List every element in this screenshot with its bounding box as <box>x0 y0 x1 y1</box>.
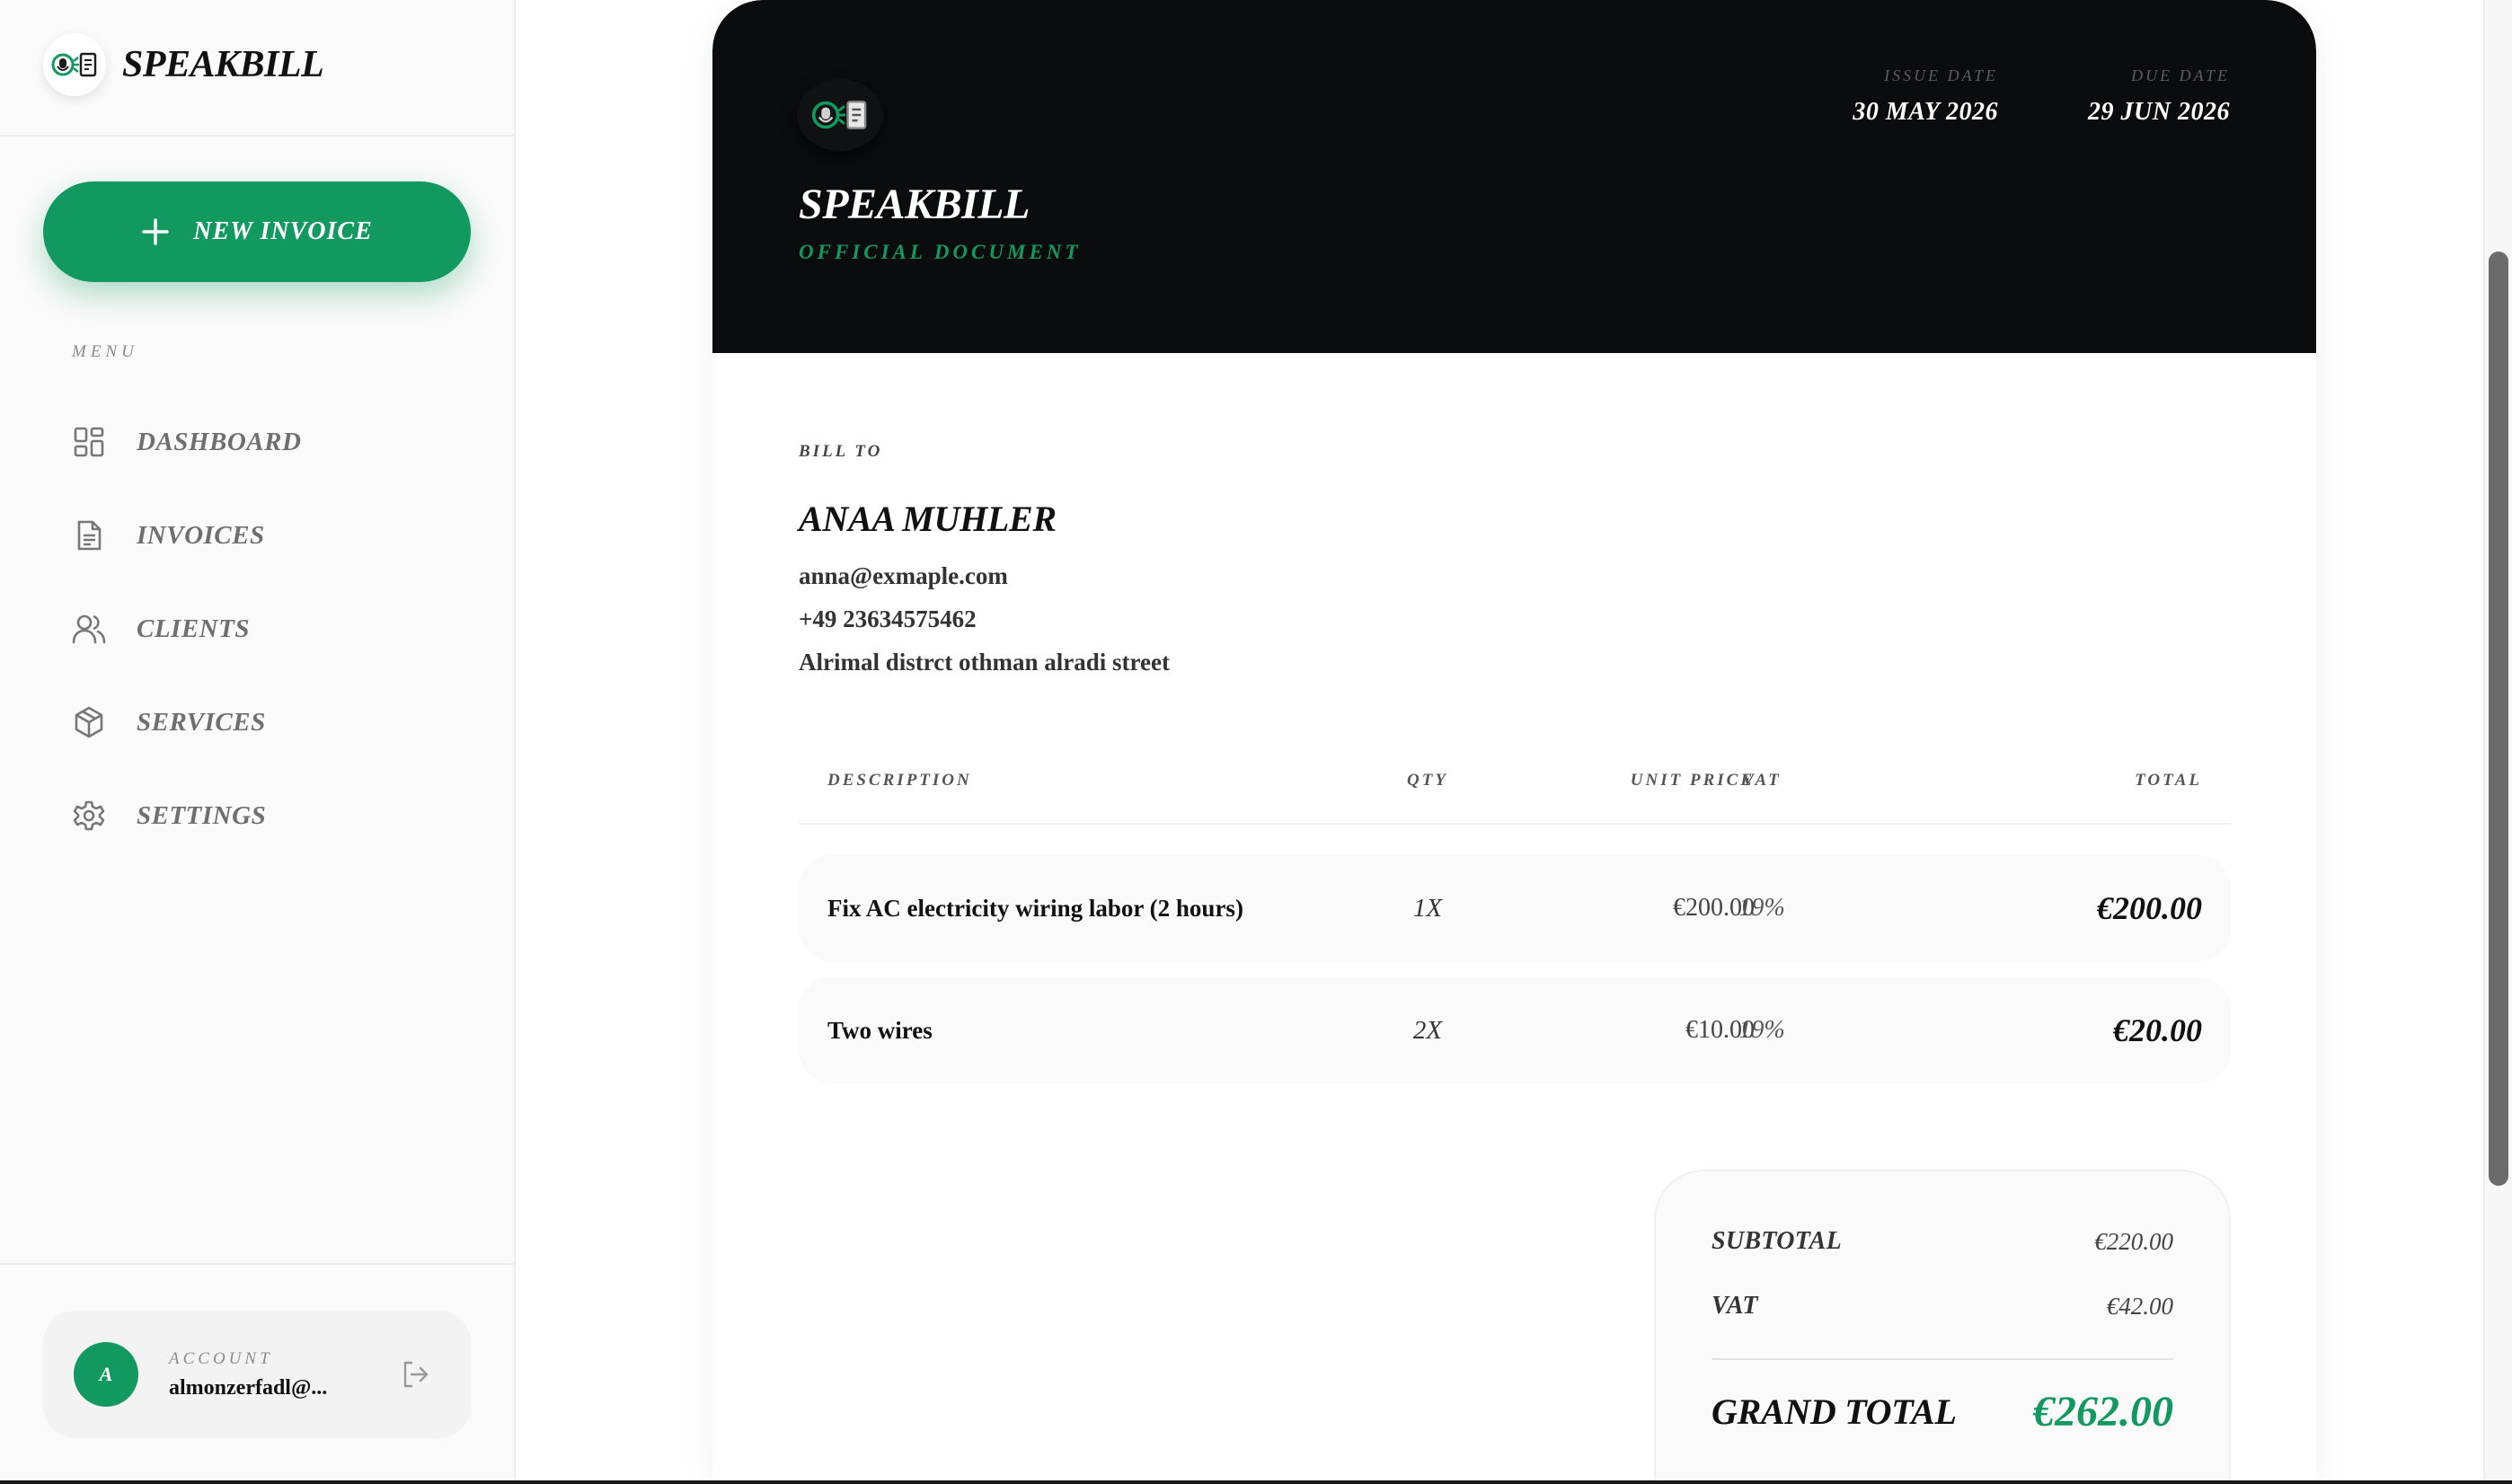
item-description: Two wires <box>827 1016 933 1044</box>
brand-name: SPEAKBILL <box>122 44 324 85</box>
sidebar-nav: DASHBOARD INVOICES CLIENTS SERVICES SETT… <box>43 395 471 862</box>
sidebar-divider <box>0 1263 514 1265</box>
logout-button[interactable] <box>397 1356 433 1392</box>
item-qty: 2X <box>1412 1015 1443 1045</box>
sidebar-item-settings[interactable]: SETTINGS <box>43 769 471 862</box>
issue-date-value: 30 MAY 2026 <box>1853 98 1998 126</box>
item-total: €20.00 <box>2113 1012 2202 1048</box>
sidebar-item-label: CLIENTS <box>137 614 250 643</box>
item-vat: 19% <box>1738 1016 1785 1044</box>
grand-total-label: GRAND TOTAL <box>1712 1391 1957 1432</box>
sidebar-item-clients[interactable]: CLIENTS <box>43 582 471 676</box>
table-row: Fix AC electricity wiring labor (2 hours… <box>799 855 2231 961</box>
item-vat: 19% <box>1738 894 1785 922</box>
subtotal-line: SUBTOTAL €220.00 <box>1712 1227 2173 1256</box>
grand-total-value: €262.00 <box>2033 1388 2173 1435</box>
issue-date-label: ISSUE DATE <box>1884 66 1998 84</box>
scrollbar-thumb[interactable] <box>2489 252 2508 1186</box>
logout-icon <box>403 1361 429 1388</box>
client-name: ANAA MUHLER <box>799 499 1057 539</box>
client-phone: +49 23634575462 <box>799 605 977 632</box>
item-description: Fix AC electricity wiring labor (2 hours… <box>827 894 1243 922</box>
sidebar-item-invoices[interactable]: INVOICES <box>43 489 471 582</box>
account-card: A ACCOUNT almonzerfadl@... <box>43 1311 471 1438</box>
account-info: ACCOUNT almonzerfadl@... <box>169 1349 349 1400</box>
totals-card: SUBTOTAL €220.00 VAT €42.00 GRAND TOTAL … <box>1654 1170 2231 1484</box>
item-total: €200.00 <box>2097 890 2202 926</box>
menu-label: MENU <box>72 342 138 361</box>
sidebar-item-label: SERVICES <box>137 707 266 737</box>
document-icon <box>72 518 106 552</box>
due-date-value: 29 JUN 2026 <box>2088 98 2230 126</box>
item-qty: 1X <box>1412 893 1443 923</box>
sidebar: SPEAKBILL NEW INVOICE MENU DASHBOARD INV… <box>0 0 516 1484</box>
column-qty: QTY <box>1407 771 1448 790</box>
due-date-label: DUE DATE <box>2131 66 2230 84</box>
due-date-block: DUE DATE 29 JUN 2026 <box>2088 66 2230 127</box>
vat-value: €42.00 <box>2106 1292 2173 1320</box>
sidebar-item-label: INVOICES <box>137 520 265 550</box>
bill-to-label: BILL TO <box>799 442 883 461</box>
invoice-brand: SPEAKBILL <box>799 181 1030 228</box>
invoice-document: SPEAKBILL OFFICIAL DOCUMENT ISSUE DATE 3… <box>712 0 2316 1484</box>
account-label: ACCOUNT <box>169 1348 273 1368</box>
column-description: DESCRIPTION <box>827 771 972 790</box>
sidebar-item-label: SETTINGS <box>137 800 267 830</box>
totals-divider <box>1712 1358 2173 1360</box>
column-vat: VAT <box>1742 771 1782 790</box>
plus-icon <box>142 218 169 245</box>
box-icon <box>72 705 106 739</box>
sidebar-item-label: DASHBOARD <box>137 427 302 456</box>
new-invoice-label: NEW INVOICE <box>193 217 373 245</box>
items-table-header: DESCRIPTION QTY UNIT PRICE VAT TOTAL <box>799 762 2231 825</box>
brand-logo-icon <box>43 33 106 96</box>
client-email: anna@exmaple.com <box>799 562 1008 589</box>
grand-total-line: GRAND TOTAL €262.00 <box>1712 1387 2173 1436</box>
invoice-subtitle: OFFICIAL DOCUMENT <box>799 241 1082 263</box>
subtotal-label: SUBTOTAL <box>1712 1227 1843 1255</box>
vat-label: VAT <box>1712 1292 1758 1320</box>
scrollbar[interactable] <box>2483 0 2512 1484</box>
invoice-header: SPEAKBILL OFFICIAL DOCUMENT ISSUE DATE 3… <box>712 0 2316 353</box>
issue-date-block: ISSUE DATE 30 MAY 2026 <box>1853 66 1998 127</box>
window-bottom-edge <box>0 1480 2512 1484</box>
table-row: Two wires 2X €10.00 19% €20.00 <box>799 977 2231 1083</box>
avatar[interactable]: A <box>74 1342 138 1407</box>
sidebar-item-dashboard[interactable]: DASHBOARD <box>43 395 471 489</box>
dashboard-grid-icon <box>72 425 106 459</box>
account-email: almonzerfadl@... <box>169 1375 328 1400</box>
vat-line: VAT €42.00 <box>1712 1292 2173 1321</box>
subtotal-value: €220.00 <box>2094 1227 2173 1255</box>
brand[interactable]: SPEAKBILL <box>43 33 324 96</box>
gear-icon <box>72 799 106 833</box>
invoice-logo-icon <box>797 79 883 151</box>
client-address: Alrimal distrct othman alradi street <box>799 649 1170 676</box>
sidebar-item-services[interactable]: SERVICES <box>43 676 471 769</box>
sidebar-divider <box>0 135 514 137</box>
new-invoice-button[interactable]: NEW INVOICE <box>43 181 471 282</box>
column-total: TOTAL <box>2135 771 2202 790</box>
users-icon <box>72 612 106 646</box>
